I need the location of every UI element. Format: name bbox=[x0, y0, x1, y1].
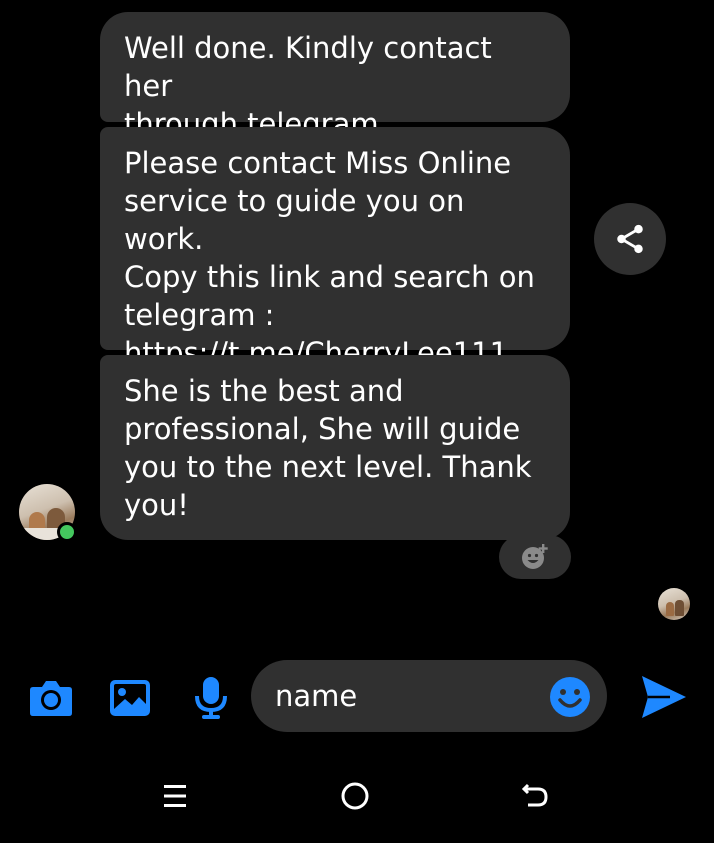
add-reaction-icon bbox=[522, 544, 548, 569]
microphone-button[interactable] bbox=[189, 676, 233, 720]
message-input-box[interactable] bbox=[251, 660, 607, 732]
recents-icon bbox=[164, 785, 186, 807]
seen-avatar bbox=[658, 588, 690, 620]
message-line: you to the next level. Thank bbox=[124, 450, 532, 484]
emoji-icon[interactable] bbox=[549, 676, 591, 718]
message-line: you! bbox=[124, 488, 189, 522]
microphone-icon bbox=[195, 677, 227, 719]
camera-button[interactable] bbox=[29, 676, 73, 720]
message-bubble[interactable]: Well done. Kindly contact her through te… bbox=[100, 12, 570, 141]
home-button[interactable] bbox=[335, 776, 375, 816]
message-line: professional, She will guide bbox=[124, 412, 521, 446]
camera-icon bbox=[30, 681, 72, 716]
home-icon bbox=[341, 782, 369, 810]
message-line: Please contact Miss Online bbox=[124, 146, 512, 180]
recents-button[interactable] bbox=[155, 776, 195, 816]
add-reaction-button[interactable] bbox=[499, 535, 571, 579]
message-line: telegram : bbox=[124, 298, 275, 332]
gallery-button[interactable] bbox=[108, 676, 152, 720]
send-icon[interactable] bbox=[640, 674, 688, 720]
message-line: She is the best and bbox=[124, 374, 404, 408]
share-button[interactable] bbox=[594, 203, 666, 275]
message-line: service to guide you on work. bbox=[124, 184, 465, 256]
online-status-dot bbox=[57, 522, 77, 542]
message-bubble[interactable]: She is the best and professional, She wi… bbox=[100, 355, 570, 540]
message-bubble[interactable]: Please contact Miss Online service to gu… bbox=[100, 127, 570, 370]
message-input[interactable] bbox=[275, 660, 535, 732]
back-button[interactable] bbox=[515, 776, 555, 816]
back-icon bbox=[521, 783, 548, 807]
share-icon bbox=[617, 224, 643, 254]
message-line: Copy this link and search on bbox=[124, 260, 535, 294]
image-icon bbox=[110, 680, 150, 716]
message-line: Well done. Kindly contact her bbox=[124, 31, 492, 103]
